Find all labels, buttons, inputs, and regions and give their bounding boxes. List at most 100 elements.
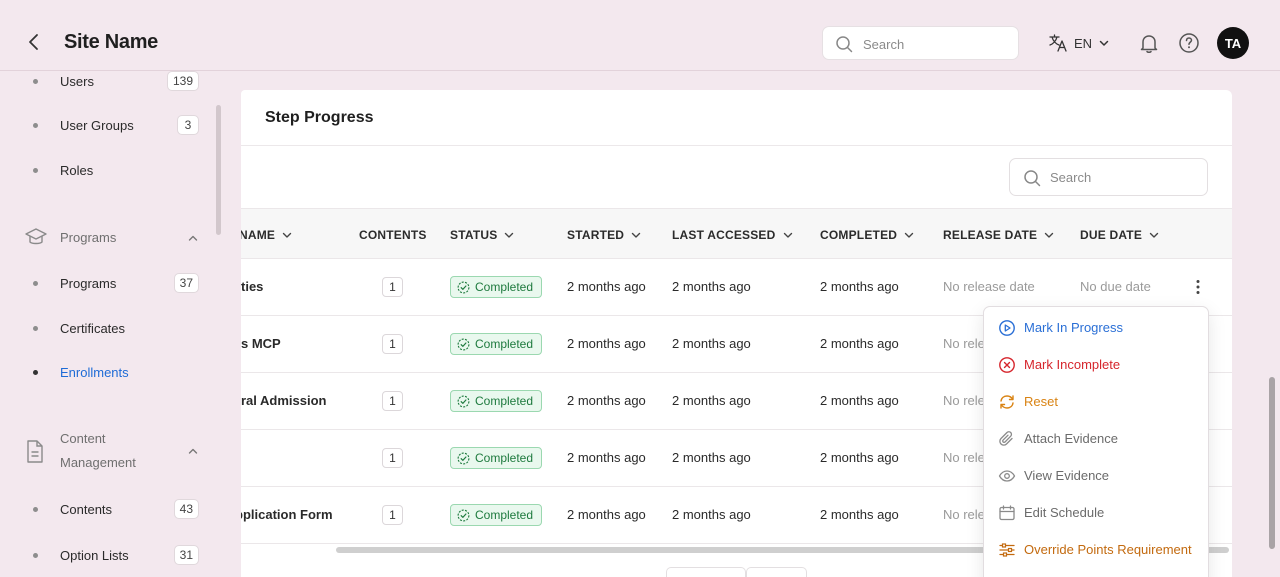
page-scrollbar[interactable]	[1269, 377, 1275, 549]
release-date: No release date	[943, 279, 1035, 294]
global-search[interactable]	[822, 26, 1019, 60]
chevron-down-icon	[505, 232, 514, 238]
sidebar-item-label: Users	[60, 74, 94, 89]
menu-item-label: Mark In Progress	[1024, 320, 1123, 335]
chevron-up-icon	[188, 235, 198, 241]
step-name: ral Admission	[241, 393, 327, 408]
menu-item-label: Mark Incomplete	[1024, 357, 1121, 372]
column-header-completed[interactable]: COMPLETED	[820, 228, 915, 242]
column-header-last-accessed[interactable]: LAST ACCESSED	[672, 228, 794, 242]
last-accessed-date: 2 months ago	[672, 393, 751, 408]
contents-count: 1	[382, 505, 403, 525]
search-icon	[1024, 170, 1041, 187]
status-label: Completed	[475, 451, 534, 465]
sidebar-item-roles[interactable]: Roles	[0, 160, 215, 182]
chevron-down-icon	[631, 232, 641, 238]
x-circle-icon	[999, 357, 1015, 373]
menu-item-override-points-requirement[interactable]: Override Points Requirement	[984, 534, 1208, 566]
sidebar-item-option-lists[interactable]: Option Lists 31	[0, 545, 215, 567]
column-header-status[interactable]: STATUS	[450, 228, 515, 242]
last-accessed-date: 2 months ago	[672, 279, 751, 294]
global-search-input[interactable]	[863, 33, 1013, 55]
column-header-label: COMPLETED	[820, 228, 898, 242]
eye-icon	[998, 470, 1016, 482]
chevron-up-icon	[188, 448, 198, 454]
completed-date: 2 months ago	[820, 393, 899, 408]
contents-count: 1	[382, 334, 403, 354]
sidebar-group-label: Programs	[60, 230, 117, 245]
column-header-started[interactable]: STARTED	[567, 228, 642, 242]
sidebar-item-label: Contents	[60, 502, 113, 517]
count-badge: 43	[173, 499, 199, 519]
started-date: 2 months ago	[567, 279, 646, 294]
pagination-control[interactable]	[666, 567, 746, 577]
menu-item-mark-in-progress[interactable]: Mark In Progress	[984, 312, 1208, 344]
sidebar-item-label: Option Lists	[60, 548, 129, 563]
menu-item-label: Attach Evidence	[1024, 431, 1118, 446]
sidebar-item-enrollments[interactable]: Enrollments	[0, 362, 215, 384]
step-name: ties	[241, 279, 264, 294]
user-avatar[interactable]: TA	[1217, 27, 1249, 59]
bullet-dot	[33, 370, 38, 375]
pagination-control[interactable]	[746, 567, 807, 577]
sidebar-item-programs[interactable]: Programs 37	[0, 273, 215, 295]
step-name: s MCP	[241, 336, 281, 351]
bell-icon[interactable]	[1138, 32, 1160, 54]
check-circle-icon	[457, 452, 470, 464]
column-header-due-date[interactable]: DUE DATE	[1080, 228, 1160, 242]
back-arrow-icon[interactable]	[22, 30, 46, 54]
sidebar-group-content-management[interactable]: Content Management	[0, 427, 215, 477]
column-header-release-date[interactable]: RELEASE DATE	[943, 228, 1055, 242]
step-name: pplication Form	[241, 507, 333, 522]
started-date: 2 months ago	[567, 450, 646, 465]
count-badge: 139	[166, 71, 199, 91]
count-badge: 3	[177, 115, 199, 135]
menu-item-reset[interactable]: Reset	[984, 386, 1208, 418]
sidebar-item-label: Programs	[60, 276, 117, 291]
sidebar: Users 139 User Groups 3 Roles Programs P…	[0, 71, 225, 577]
language-selector[interactable]: EN	[1048, 33, 1110, 53]
column-header-label: STATUS	[450, 228, 498, 242]
contents-count: 1	[382, 448, 403, 468]
sidebar-item-contents[interactable]: Contents 43	[0, 499, 215, 521]
play-circle-icon	[999, 320, 1015, 336]
sidebar-item-label: Enrollments	[60, 365, 129, 380]
document-icon	[27, 440, 43, 463]
table-search[interactable]	[1009, 158, 1208, 196]
column-header-name[interactable]: NAME	[241, 228, 293, 242]
sidebar-item-user-groups[interactable]: User Groups 3	[0, 115, 215, 137]
last-accessed-date: 2 months ago	[672, 450, 751, 465]
menu-item-mark-incomplete[interactable]: Mark Incomplete	[984, 349, 1208, 381]
menu-item-view-evidence[interactable]: View Evidence	[984, 460, 1208, 492]
top-header: Site Name EN TA	[0, 0, 1280, 71]
column-header-label: STARTED	[567, 228, 625, 242]
sidebar-scrollbar[interactable]	[216, 105, 221, 235]
column-header-label: RELEASE DATE	[943, 228, 1038, 242]
paperclip-icon	[999, 431, 1013, 446]
chevron-down-icon	[783, 232, 792, 238]
status-badge: Completed	[450, 276, 543, 298]
more-vertical-icon[interactable]	[1189, 278, 1207, 296]
started-date: 2 months ago	[567, 393, 646, 408]
refresh-icon	[1000, 395, 1014, 409]
completed-date: 2 months ago	[820, 279, 899, 294]
chevron-down-icon	[1149, 232, 1159, 238]
sidebar-group-programs[interactable]: Programs	[0, 224, 215, 252]
help-icon[interactable]	[1178, 32, 1200, 54]
release-date: No rele	[943, 336, 985, 351]
contents-count: 1	[382, 277, 403, 297]
chevron-down-icon	[904, 232, 914, 238]
table-search-input[interactable]	[1050, 167, 1200, 187]
count-badge: 31	[173, 545, 199, 565]
status-badge: Completed	[450, 447, 543, 469]
menu-item-edit-schedule[interactable]: Edit Schedule	[984, 497, 1208, 529]
sidebar-item-label: Roles	[60, 163, 94, 178]
column-header-label: DUE DATE	[1080, 228, 1143, 242]
bullet-dot	[33, 123, 38, 128]
bullet-dot	[33, 79, 38, 84]
sidebar-item-certificates[interactable]: Certificates	[0, 318, 215, 340]
menu-item-attach-evidence[interactable]: Attach Evidence	[984, 423, 1208, 455]
row-actions-menu: Mark In Progress Mark Incomplete Reset A…	[983, 306, 1209, 577]
sidebar-item-label: User Groups	[60, 118, 134, 133]
sidebar-item-users[interactable]: Users 139	[0, 71, 215, 93]
